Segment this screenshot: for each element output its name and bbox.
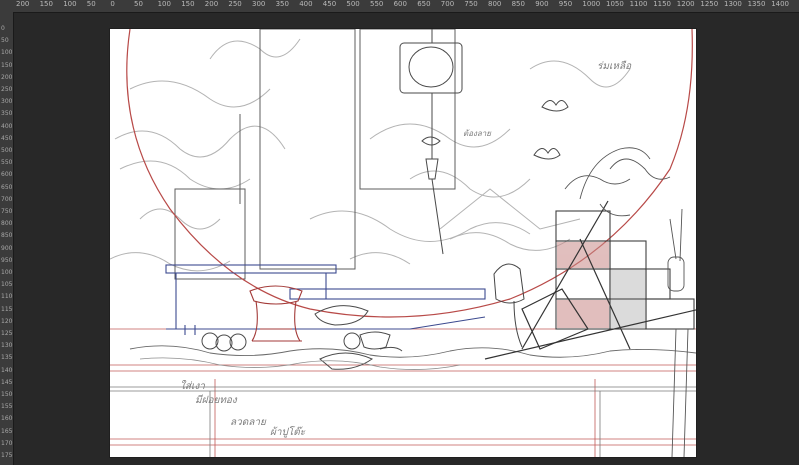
ruler-left-label: 1300 bbox=[1, 342, 13, 350]
ruler-top-label: 650 bbox=[417, 0, 431, 8]
ruler-top-label: 1400 bbox=[771, 0, 790, 8]
ruler-left-label: 1050 bbox=[1, 281, 13, 289]
ruler-top-label: 600 bbox=[393, 0, 407, 8]
ruler-left-label: 200 bbox=[1, 73, 13, 81]
ruler-left-label: 50 bbox=[1, 37, 9, 45]
ruler-top-label: 450 bbox=[322, 0, 337, 8]
ruler-top-label: 550 bbox=[370, 0, 384, 8]
ruler-top-label: 50 bbox=[86, 0, 96, 8]
ruler-left-label: 1700 bbox=[1, 439, 13, 447]
ruler-top-label: 1100 bbox=[629, 0, 648, 8]
ruler-top-label: 1300 bbox=[724, 0, 742, 8]
drawing-app: 200 150 100 50 0 50 100 150 200 250 300 350 400 450 50… bbox=[0, 0, 799, 465]
workspace[interactable]: ร่มเหลือ ต้องลาย ใส่เงา มีฝอยทอง ลวดลาย … bbox=[14, 13, 799, 465]
ruler-top-label: 700 bbox=[440, 0, 455, 8]
note-lantern: ต้องลาย bbox=[463, 129, 491, 138]
ruler-top-label: 150 bbox=[181, 0, 195, 8]
ruler-left-label: 0 bbox=[1, 25, 5, 32]
ruler-left-label: 1550 bbox=[1, 403, 13, 411]
ruler-left-label: 1000 bbox=[1, 269, 13, 276]
ruler-top-label: 900 bbox=[535, 0, 549, 8]
ruler-top-label: 500 bbox=[346, 0, 360, 8]
ruler-left-label: 1150 bbox=[1, 305, 13, 313]
ruler-left-label: 1400 bbox=[1, 366, 13, 374]
ruler-top-label: 1150 bbox=[653, 0, 672, 8]
note-bottom-1: ใส่เงา bbox=[180, 381, 205, 392]
drawing-canvas[interactable]: ร่มเหลือ ต้องลาย ใส่เงา มีฝอยทอง ลวดลาย … bbox=[110, 29, 696, 457]
ruler-left-label: 250 bbox=[1, 86, 13, 93]
ruler-left-label: 1200 bbox=[1, 317, 13, 325]
ruler-left-label: 750 bbox=[1, 208, 13, 215]
ruler-top-label: 100 bbox=[63, 0, 77, 8]
ruler-top-label: 800 bbox=[488, 0, 502, 8]
ruler-left-label: 350 bbox=[1, 110, 13, 118]
ruler-top-label: 150 bbox=[39, 0, 53, 8]
ruler-left-label: 400 bbox=[1, 122, 13, 130]
ruler-top-label: 1350 bbox=[747, 0, 766, 8]
ruler-left-label: 1750 bbox=[1, 452, 13, 459]
ruler-top-label: 200 bbox=[204, 0, 219, 8]
ruler-top-label: 1000 bbox=[582, 0, 601, 8]
ruler-left-label: 1500 bbox=[1, 391, 13, 398]
horizontal-ruler[interactable]: 200 150 100 50 0 50 100 150 200 250 300 350 400 450 50… bbox=[0, 0, 799, 13]
note-bottom-4: ผ้าปูโต๊ะ bbox=[270, 427, 306, 438]
ruler-left-label: 700 bbox=[1, 195, 13, 203]
ruler-top-label: 0 bbox=[110, 0, 115, 8]
ruler-left-label: 600 bbox=[1, 171, 13, 179]
ruler-left-label: 850 bbox=[1, 232, 13, 240]
ruler-top-label: 1050 bbox=[606, 0, 624, 8]
ruler-top-label: 250 bbox=[228, 0, 242, 8]
ruler-top-label: 300 bbox=[252, 0, 266, 8]
note-top-right: ร่มเหลือ bbox=[597, 61, 632, 72]
ruler-top-label: 1200 bbox=[676, 0, 695, 8]
ruler-left-label: 650 bbox=[1, 183, 13, 191]
ruler-top-label: 750 bbox=[464, 0, 478, 8]
ruler-left-label: 550 bbox=[1, 159, 13, 167]
ruler-top-label: 400 bbox=[299, 0, 313, 8]
ruler-left-label: 450 bbox=[1, 134, 13, 142]
ruler-left-label: 800 bbox=[1, 220, 13, 228]
ruler-left-label: 1350 bbox=[1, 354, 13, 362]
ruler-left-label: 500 bbox=[1, 147, 13, 154]
ruler-top-label: 200 bbox=[16, 0, 30, 8]
ruler-top-label: 950 bbox=[558, 0, 573, 8]
ruler-top-label: 350 bbox=[275, 0, 289, 8]
note-bottom-2: มีฝอยทอง bbox=[195, 395, 237, 406]
ruler-left-label: 950 bbox=[1, 256, 13, 264]
ruler-top-label: 50 bbox=[134, 0, 143, 8]
ruler-left-label: 900 bbox=[1, 244, 13, 252]
ruler-left-label: 100 bbox=[1, 49, 13, 57]
note-bottom-3: ลวดลาย bbox=[230, 417, 266, 428]
ruler-top-label: 1250 bbox=[700, 0, 719, 8]
ruler-top-label: 850 bbox=[511, 0, 525, 8]
vertical-ruler[interactable]: 0 50 100 150 200 250 300 350 400 450 500 550 600 650 7… bbox=[0, 12, 14, 465]
ruler-left-label: 1650 bbox=[1, 427, 13, 435]
ruler-left-label: 1600 bbox=[1, 415, 13, 423]
ruler-top-label: 100 bbox=[157, 0, 171, 8]
ruler-left-label: 1450 bbox=[1, 378, 13, 386]
ruler-left-label: 150 bbox=[1, 61, 13, 69]
ruler-left-label: 1100 bbox=[1, 293, 13, 301]
ruler-left-label: 1250 bbox=[1, 330, 13, 337]
ruler-left-label: 300 bbox=[1, 98, 13, 106]
